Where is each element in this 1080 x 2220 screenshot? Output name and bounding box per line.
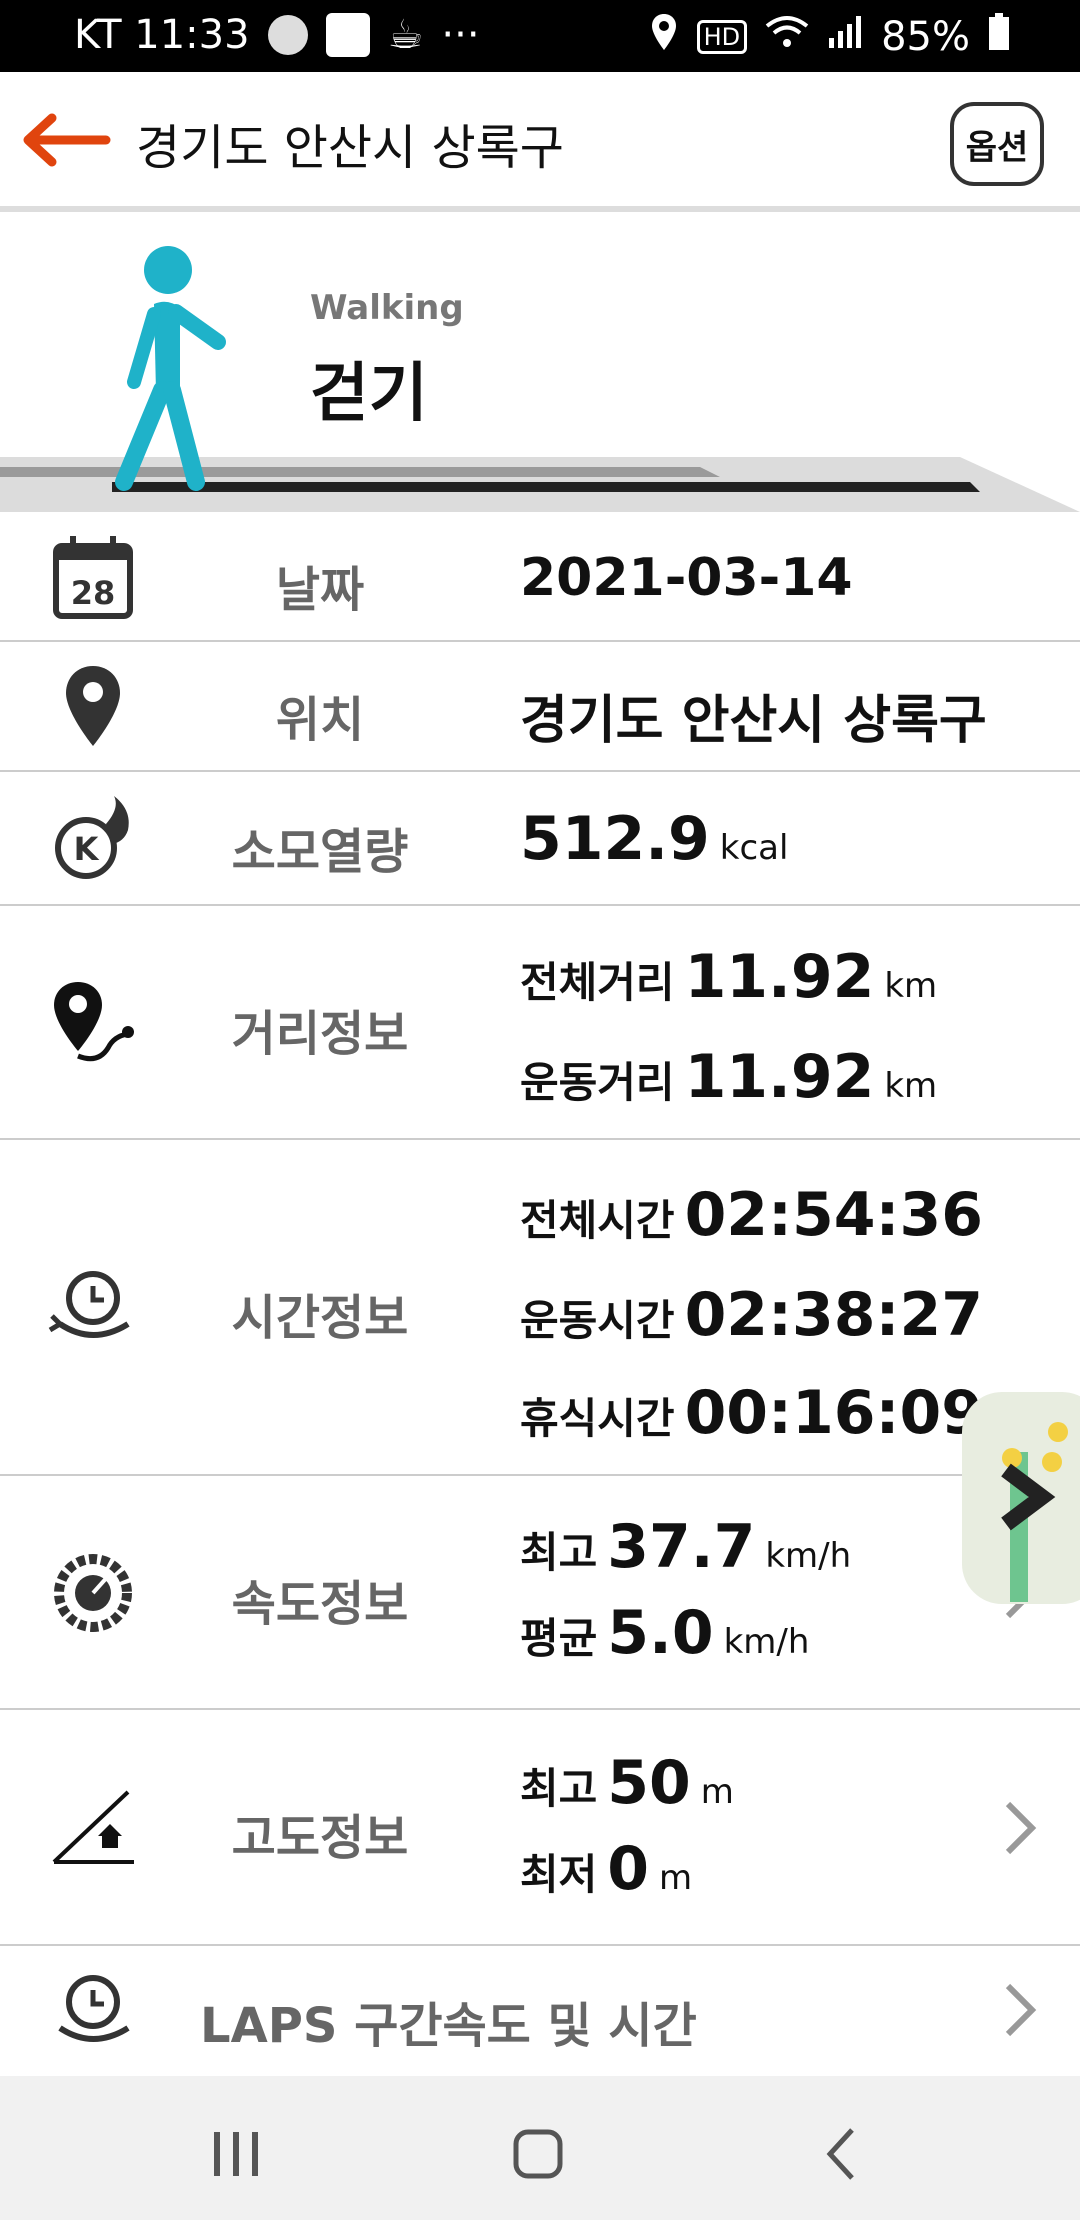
max-speed-unit: km/h (765, 1536, 852, 1576)
laps-clock-icon (58, 1975, 130, 2042)
max-altitude-unit: m (700, 1772, 734, 1812)
svg-text:K: K (74, 830, 100, 868)
speed-row[interactable]: 속도정보 최고 37.7 km/h 평균 5.0 km/h (0, 1476, 1080, 1710)
back-arrow-icon[interactable] (22, 110, 112, 170)
speed-avg-line: 평균 5.0 km/h (520, 1598, 809, 1668)
rest-time-value: 00:16:09 (684, 1378, 984, 1448)
date-row: 28 날짜 2021-03-14 (0, 512, 1080, 642)
altitude-max-line: 최고 50 m (520, 1748, 734, 1818)
coffee-icon: ☕ (387, 12, 424, 58)
home-icon[interactable] (508, 2124, 568, 2184)
avg-speed-value: 5.0 (607, 1598, 714, 1668)
map-open-arrow-icon (1001, 1463, 1056, 1531)
recent-apps-icon[interactable] (206, 2124, 266, 2184)
time-rest-line: 휴식시간 00:16:09 (520, 1378, 983, 1448)
exercise-time-label: 운동시간 (520, 1296, 675, 1345)
notification-icon (267, 15, 308, 55)
exercise-distance-unit: km (884, 1066, 938, 1106)
date-value: 2021-03-14 (520, 548, 853, 608)
calories-label: 소모열량 (231, 824, 409, 880)
status-right: HD 85% (649, 12, 1010, 62)
min-altitude-unit: m (659, 1858, 693, 1898)
time-clock-icon (48, 1271, 130, 1338)
options-button[interactable]: 옵션 (950, 102, 1044, 186)
total-time-label: 전체시간 (520, 1196, 675, 1245)
altitude-label: 고도정보 (231, 1810, 409, 1866)
signal-icon (827, 14, 863, 60)
altitude-row[interactable]: 고도정보 최고 50 m 최저 0 m (0, 1710, 1080, 1946)
max-altitude-value: 50 (607, 1748, 691, 1818)
exercise-time-value: 02:38:27 (684, 1280, 984, 1350)
avg-speed-unit: km/h (723, 1622, 810, 1662)
chevron-right-icon (1005, 1801, 1037, 1855)
altitude-min-line: 최저 0 m (520, 1834, 692, 1904)
app-notification-icon (325, 13, 370, 57)
total-distance-value: 11.92 (684, 942, 875, 1012)
time-row: 시간정보 전체시간 02:54:36 운동시간 02:38:27 휴식시간 00… (0, 1140, 1080, 1476)
distance-row: 거리정보 전체거리 11.92 km 운동거리 11.92 km (0, 906, 1080, 1140)
status-left: KT 11:33 ☕ ··· (74, 12, 480, 58)
calendar-day: 28 (71, 574, 116, 612)
battery-icon (988, 13, 1010, 61)
system-nav-bar (0, 2076, 1080, 2220)
max-speed-label: 최고 (520, 1528, 598, 1577)
time-exercise-line: 운동시간 02:38:27 (520, 1280, 983, 1350)
avg-speed-label: 평균 (520, 1614, 598, 1663)
location-label: 위치 (275, 692, 365, 748)
location-icon (649, 12, 679, 62)
walking-person-icon (115, 246, 226, 491)
laps-label: LAPS 구간속도 및 시간 (200, 1998, 697, 2054)
calories-line: 512.9 kcal (520, 804, 788, 874)
distance-route-icon (54, 982, 134, 1062)
status-bar: KT 11:33 ☕ ··· HD 85% (0, 0, 1080, 72)
exercise-distance-value: 11.92 (684, 1042, 875, 1112)
date-label: 날짜 (275, 562, 365, 618)
map-preview[interactable] (962, 1392, 1080, 1604)
location-row: 위치 경기도 안산시 상록구 (0, 642, 1080, 772)
carrier-time: KT 11:33 (74, 12, 250, 58)
battery-level: 85% (881, 14, 970, 60)
speed-max-line: 최고 37.7 km/h (520, 1512, 851, 1582)
app-bar: 경기도 안산시 상록구 옵션 (0, 72, 1080, 212)
back-nav-icon[interactable] (812, 2124, 872, 2184)
speed-label: 속도정보 (231, 1576, 409, 1632)
activity-korean: 걷기 (310, 357, 428, 431)
location-value: 경기도 안산시 상록구 (520, 691, 987, 751)
laps-row[interactable]: LAPS 구간속도 및 시간 (0, 1946, 1080, 2076)
page-title: 경기도 안산시 상록구 (136, 120, 564, 176)
time-label: 시간정보 (231, 1290, 409, 1346)
total-time-value: 02:54:36 (684, 1180, 984, 1250)
min-altitude-label: 최저 (520, 1850, 598, 1899)
distance-label: 거리정보 (231, 1006, 409, 1062)
max-altitude-label: 최고 (520, 1764, 598, 1813)
min-altitude-value: 0 (607, 1834, 650, 1904)
distance-total-line: 전체거리 11.92 km (520, 942, 937, 1012)
calories-unit: kcal (719, 828, 789, 868)
map-marker (1048, 1422, 1068, 1442)
location-pin-icon (66, 666, 120, 746)
more-notifications-icon: ··· (441, 12, 480, 58)
activity-header: Walking 걷기 (0, 212, 1080, 512)
calorie-flame-icon: K (55, 796, 129, 879)
speedometer-icon (54, 1554, 132, 1632)
exercise-distance-label: 운동거리 (520, 1058, 675, 1107)
calories-row: K 소모열량 512.9 kcal (0, 772, 1080, 906)
rest-time-label: 휴식시간 (520, 1394, 675, 1443)
total-distance-unit: km (884, 966, 938, 1006)
hd-icon: HD (696, 20, 748, 54)
calendar-icon: 28 (53, 536, 133, 619)
total-distance-label: 전체거리 (520, 958, 675, 1007)
distance-exercise-line: 운동거리 11.92 km (520, 1042, 937, 1112)
wifi-icon (765, 14, 809, 60)
altitude-slope-icon (52, 1790, 134, 1864)
calories-value: 512.9 (520, 804, 710, 874)
chevron-right-icon (1005, 1983, 1037, 2037)
activity-english: Walking (310, 288, 464, 328)
time-total-line: 전체시간 02:54:36 (520, 1180, 983, 1250)
max-speed-value: 37.7 (607, 1512, 756, 1582)
